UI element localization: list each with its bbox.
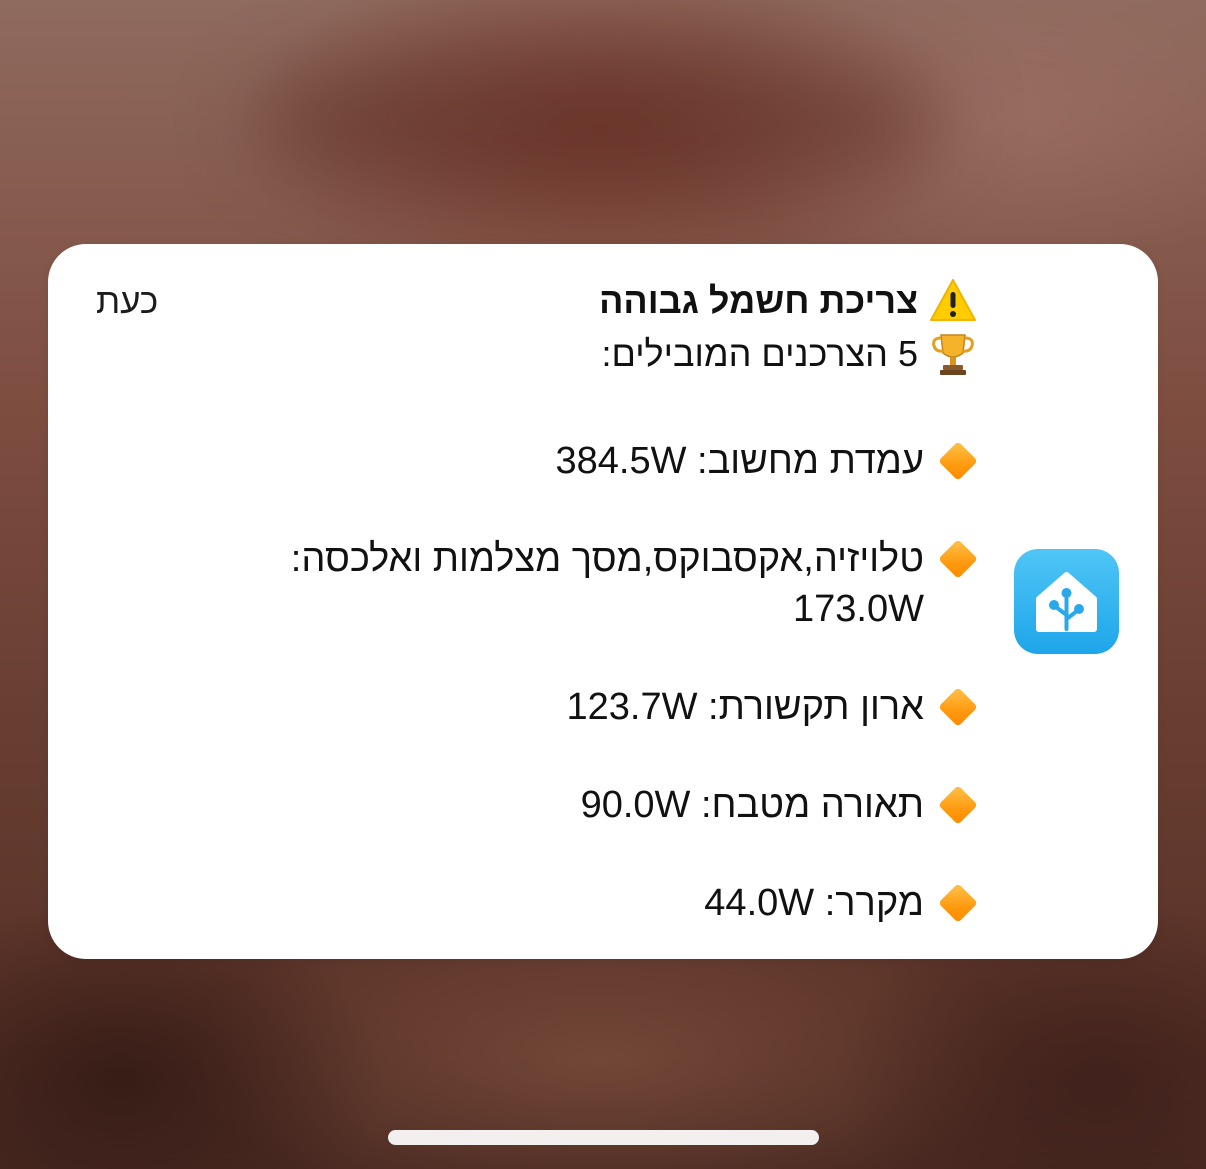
list-item: תאורה מטבח: 90.0W xyxy=(178,780,978,830)
item-value: 44.0W xyxy=(704,882,815,924)
item-value: 90.0W xyxy=(580,784,691,826)
list-item: ארון תקשורת: 123.7W xyxy=(178,682,978,732)
orange-diamond-icon xyxy=(938,436,978,486)
orange-diamond-icon xyxy=(938,780,978,830)
list-item: עמדת מחשוב: 384.5W xyxy=(178,436,978,486)
item-label: מקרר: xyxy=(824,882,924,924)
notification-subtitle-row: 5 הצרכנים המובילים: xyxy=(178,328,978,380)
item-value: 173.0W xyxy=(793,588,924,630)
notification-time: כעת xyxy=(96,282,159,321)
notification-title-row: צריכת חשמל גבוהה xyxy=(178,274,978,328)
notification-body: צריכת חשמל גבוהה 5 הצרכנים המובילים: עמד… xyxy=(178,274,978,928)
home-assistant-icon xyxy=(1014,549,1119,654)
list-item: מקרר: 44.0W xyxy=(178,878,978,928)
list-item: טלויזיה,אקסבוקס,מסך מצלמות ואלכסה: 173.0… xyxy=(178,534,978,634)
notification-title: צריכת חשמל גבוהה xyxy=(599,280,918,321)
warning-icon xyxy=(928,276,978,326)
orange-diamond-icon xyxy=(938,878,978,928)
wallpaper-blur xyxy=(250,40,950,200)
orange-diamond-icon xyxy=(938,682,978,732)
item-value: 123.7W xyxy=(566,686,698,728)
trophy-icon xyxy=(928,329,978,379)
item-label: עמדת מחשוב: xyxy=(697,440,924,482)
item-value: 384.5W xyxy=(555,440,687,482)
item-label: טלויזיה,אקסבוקס,מסך מצלמות ואלכסה: xyxy=(290,538,924,580)
orange-diamond-icon xyxy=(938,534,978,584)
item-label: ארון תקשורת: xyxy=(708,686,924,728)
notification-subtitle: 5 הצרכנים המובילים: xyxy=(601,333,919,374)
home-indicator[interactable] xyxy=(388,1130,819,1145)
item-label: תאורה מטבח: xyxy=(700,784,924,826)
notification-card[interactable]: כעת צריכת חשמל גבוהה 5 הצרכנים המובילים:… xyxy=(48,244,1158,959)
